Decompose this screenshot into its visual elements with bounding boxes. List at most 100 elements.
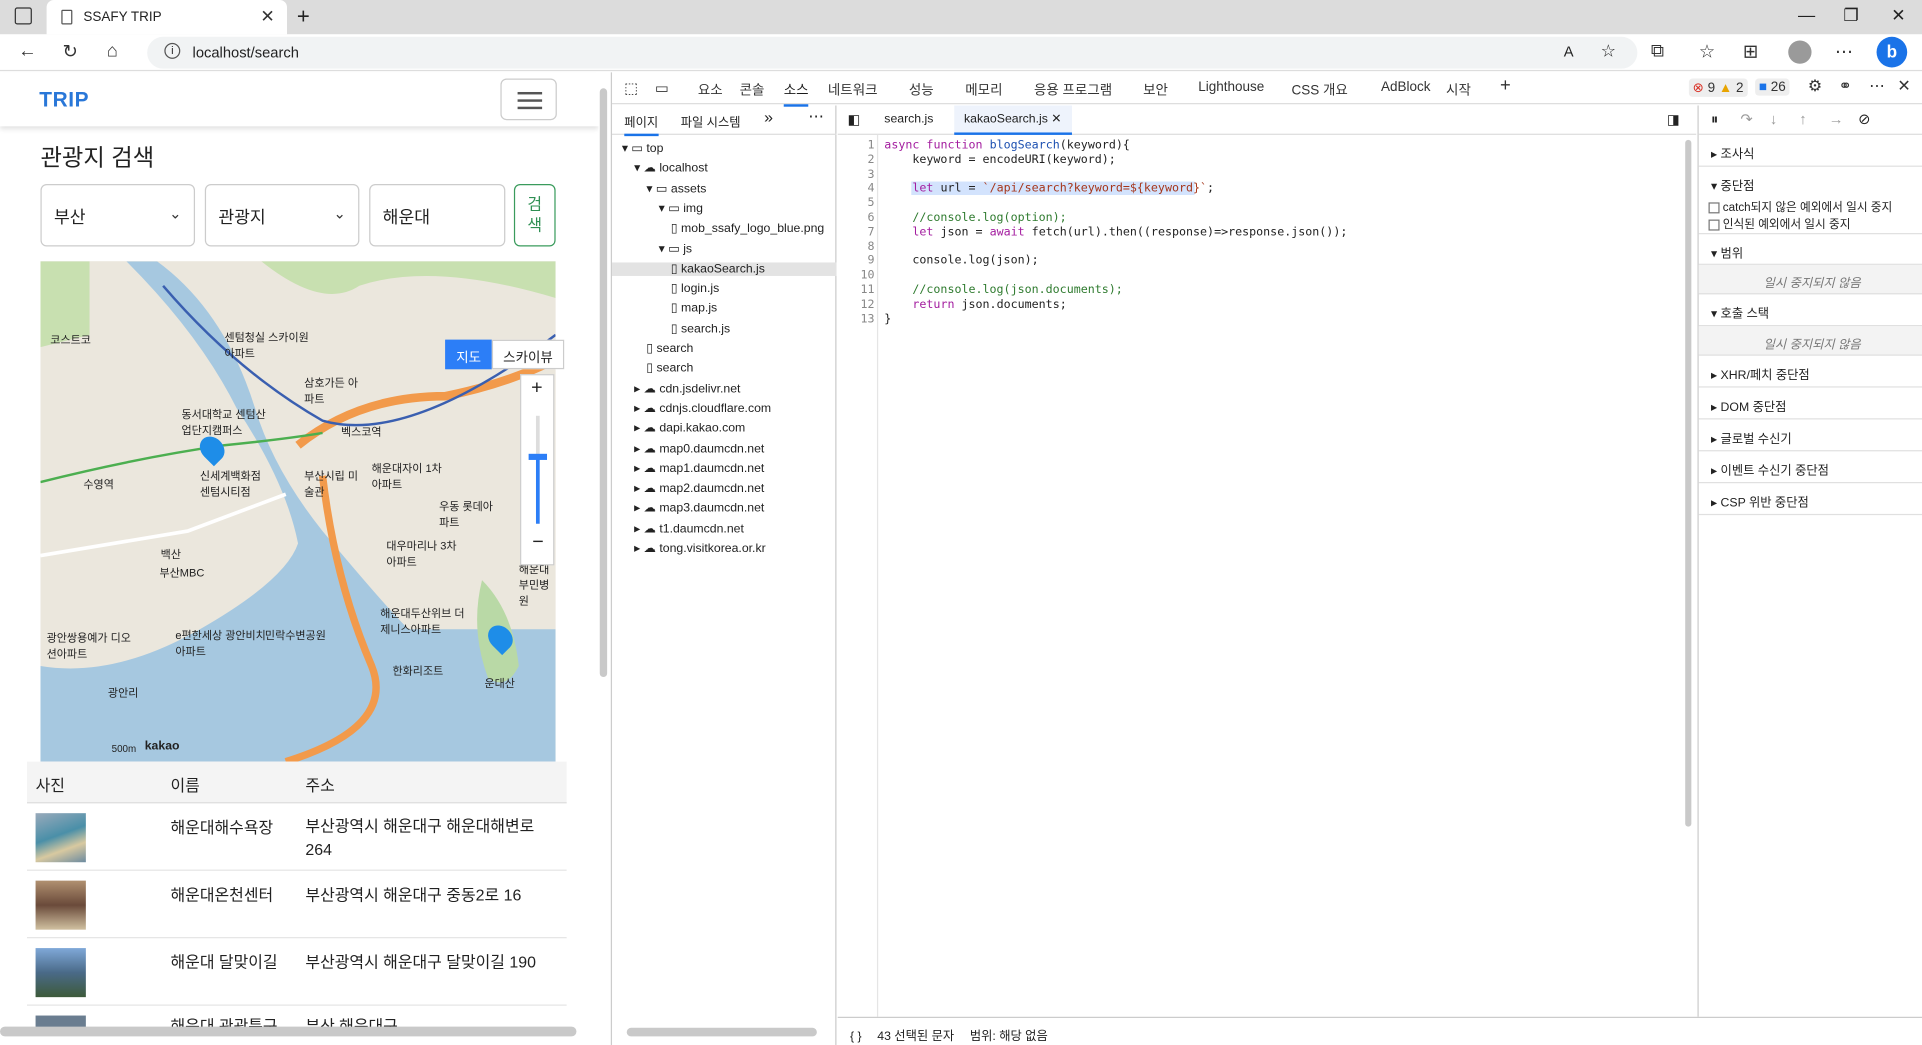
step-over-icon[interactable]: ↷	[1740, 110, 1752, 127]
brand-logo[interactable]: TRIP	[39, 88, 89, 113]
nav-menu-icon[interactable]: ⋯	[808, 107, 824, 127]
tab-performance[interactable]: 성능	[909, 80, 934, 100]
section-watch[interactable]: ▸ 조사식	[1698, 135, 1922, 167]
tree-item[interactable]: ▯ map.js	[671, 302, 717, 315]
nav-scrollbar[interactable]	[626, 1027, 817, 1037]
tab-lighthouse[interactable]: Lighthouse	[1198, 80, 1264, 95]
pause-icon[interactable]: ⏸	[1711, 110, 1718, 128]
tree-item[interactable]: ▸ ☁ tong.visitkorea.or.kr	[634, 542, 766, 555]
table-row[interactable]: 해운대온천센터 부산광역시 해운대구 중동2로 16	[26, 871, 567, 939]
checkbox-uncaught[interactable]: catch되지 않은 예외에서 일시 중지	[1708, 197, 1892, 215]
tree-item[interactable]: ▸ ☁ map2.daumcdn.net	[634, 482, 764, 495]
section-breakpoints[interactable]: ▾ 중단점	[1699, 167, 1922, 199]
collections-icon[interactable]: ⊞	[1743, 40, 1758, 63]
devtools-more-icon[interactable]: ⋯	[1869, 76, 1885, 96]
close-editor-tab-icon[interactable]: ✕	[1051, 113, 1061, 126]
kakao-map[interactable]: 센텀청실 스카이원아파트 동서대학교 센텀산업단지캠퍼스 신세계백화점 센텀시티…	[40, 261, 556, 762]
tree-item[interactable]: ▯ search	[646, 342, 693, 355]
zoom-out-icon[interactable]: −	[532, 532, 543, 554]
tab-console[interactable]: 콘솔	[740, 80, 765, 100]
tab-css-overview[interactable]: CSS 개요	[1292, 80, 1348, 100]
tab-network[interactable]: 네트워크	[828, 80, 878, 100]
favorite-add-icon[interactable]: ☆	[1601, 40, 1616, 61]
add-tab-icon[interactable]: +	[1500, 75, 1511, 96]
more-icon[interactable]: ⋯	[1835, 40, 1853, 63]
table-row[interactable]: 해운대해수욕장 부산광역시 해운대구 해운대해변로 264	[26, 803, 567, 871]
nav-tab-page[interactable]: 페이지	[624, 112, 659, 137]
type-select[interactable]: 관광지 ⌄	[204, 183, 360, 247]
map-type-roadmap-button[interactable]: 지도	[445, 339, 493, 370]
tab-adblock[interactable]: AdBlock	[1381, 80, 1431, 95]
section-dom[interactable]: ▸ DOM 중단점	[1698, 388, 1922, 420]
tree-item[interactable]: ▸ ☁ dapi.kakao.com	[634, 422, 745, 435]
menu-toggle-button[interactable]	[500, 78, 557, 121]
address-bar[interactable]: i localhost/search A ☆	[147, 36, 1638, 69]
device-icon[interactable]: ▭	[655, 80, 669, 97]
editor-scrollbar[interactable]	[1685, 139, 1692, 827]
checkbox-caught[interactable]: 인식된 예외에서 일시 중지	[1708, 215, 1850, 232]
read-aloud-icon[interactable]: A	[1564, 43, 1574, 60]
tab-elements[interactable]: 요소	[698, 80, 723, 100]
step-out-icon[interactable]: ↑	[1799, 110, 1806, 127]
page-scrollbar-thumb[interactable]	[0, 1026, 577, 1037]
tree-item[interactable]: ▯ login.js	[671, 282, 719, 295]
section-scope[interactable]: ▾ 범위	[1698, 233, 1922, 265]
customize-icon[interactable]: ⚭	[1839, 76, 1852, 96]
extensions-icon[interactable]: ⧉	[1651, 40, 1664, 61]
bing-icon[interactable]: b	[1876, 36, 1908, 68]
pretty-print-icon[interactable]: { }	[850, 1030, 862, 1043]
tab-start[interactable]: 시작	[1446, 80, 1471, 100]
error-badge[interactable]: ⊗ 9 ▲ 2	[1688, 78, 1748, 97]
tree-item[interactable]: ▾ ▭ assets	[646, 182, 706, 195]
keyword-input[interactable]: 해운대	[369, 183, 506, 247]
more-tabs-icon[interactable]: »	[764, 108, 773, 126]
minimize-icon[interactable]: —	[1798, 5, 1815, 25]
browser-tab[interactable]: SSAFY TRIP ✕	[46, 0, 288, 35]
favorites-icon[interactable]: ☆	[1699, 40, 1716, 63]
region-select[interactable]: 부산 ⌄	[40, 183, 196, 247]
tree-item[interactable]: ▾ ☁ localhost	[634, 162, 708, 175]
tab-actions-icon[interactable]	[14, 7, 32, 25]
section-xhr[interactable]: ▸ XHR/페치 중단점	[1698, 356, 1922, 388]
close-window-icon[interactable]: ✕	[1891, 5, 1905, 26]
tree-item[interactable]: ▯ search	[646, 362, 693, 375]
search-button[interactable]: 검색	[513, 183, 556, 247]
deactivate-breakpoints-icon[interactable]: ⊘	[1858, 110, 1870, 127]
toggle-navigator-icon[interactable]: ◧	[848, 112, 861, 128]
zoom-in-icon[interactable]: +	[531, 378, 542, 400]
editor-tab-kakaosearch[interactable]: kakaoSearch.js ✕	[954, 105, 1072, 135]
back-icon[interactable]: ←	[18, 40, 36, 61]
tree-item[interactable]: ▸ ☁ map1.daumcdn.net	[634, 462, 764, 475]
tree-item[interactable]: ▯ search.js	[671, 322, 730, 335]
zoom-handle[interactable]	[528, 453, 548, 460]
section-csp[interactable]: ▸ CSP 위반 중단점	[1698, 483, 1922, 516]
step-into-icon[interactable]: ↓	[1770, 110, 1777, 127]
restore-icon[interactable]: ❐	[1843, 5, 1858, 26]
devtools-close-icon[interactable]: ✕	[1897, 76, 1910, 96]
tree-item[interactable]: ▾ ▭ top	[622, 142, 664, 155]
map-type-skyview-button[interactable]: 스카이뷰	[492, 339, 564, 370]
section-global-listeners[interactable]: ▸ 글로벌 수신기	[1698, 419, 1922, 452]
tree-item[interactable]: ▸ ☁ map3.daumcdn.net	[634, 502, 764, 515]
inspect-icon[interactable]: ⬚	[624, 80, 638, 97]
tree-item[interactable]: ▸ ☁ cdnjs.cloudflare.com	[634, 402, 771, 415]
refresh-icon[interactable]: ↻	[63, 40, 78, 63]
tree-item[interactable]: ▸ ☁ cdn.jsdelivr.net	[634, 382, 740, 395]
step-icon[interactable]: →	[1829, 110, 1844, 127]
section-callstack[interactable]: ▾ 호출 스택	[1698, 294, 1922, 327]
tree-item[interactable]: ▾ ▭ img	[659, 202, 703, 215]
tree-item[interactable]: ▸ ☁ t1.daumcdn.net	[634, 522, 744, 535]
tree-item[interactable]: ▾ ▭ js	[659, 242, 692, 255]
tree-item[interactable]: ▯ kakaoSearch.js	[612, 262, 837, 276]
page-vscroll-thumb[interactable]	[599, 88, 608, 678]
info-badge[interactable]: ■ 26	[1755, 78, 1790, 96]
toggle-debugger-icon[interactable]: ◨	[1667, 112, 1680, 128]
close-tab-icon[interactable]: ✕	[260, 6, 274, 27]
source-code[interactable]: async function blogSearch(keyword){ keyw…	[884, 139, 1347, 327]
home-icon[interactable]: ⌂	[107, 40, 118, 61]
tab-application[interactable]: 응용 프로그램	[1034, 80, 1112, 100]
tree-item[interactable]: ▸ ☁ map0.daumcdn.net	[634, 442, 764, 455]
settings-icon[interactable]: ⚙	[1808, 76, 1822, 96]
tab-memory[interactable]: 메모리	[965, 80, 1002, 100]
tab-sources[interactable]: 소스	[783, 80, 809, 107]
